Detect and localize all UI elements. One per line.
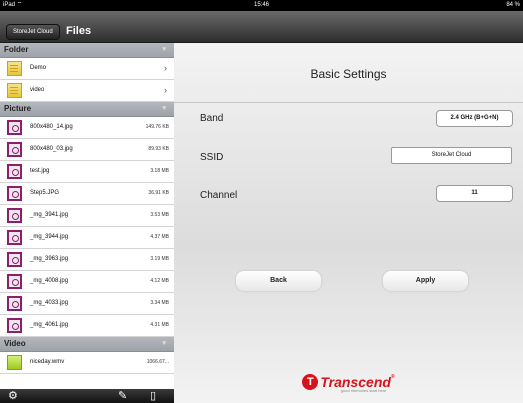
image-file-icon [7, 230, 22, 245]
section-header-picture[interactable]: Picture ▾ [0, 102, 174, 117]
file-browser-navbar: StoreJet Cloud Files [0, 11, 174, 43]
ssid-label: SSID [200, 152, 224, 163]
transcend-logo: T Transcend® good memories start here [174, 373, 523, 393]
image-file-icon [7, 318, 22, 333]
image-file-icon [7, 208, 22, 223]
image-file-icon [7, 296, 22, 311]
video-file-icon [7, 355, 22, 370]
band-label: Band [200, 113, 224, 124]
files-title: Files [66, 25, 92, 37]
brand-tagline: good memories start here [340, 388, 387, 393]
image-file-icon [7, 120, 22, 135]
section-header-folder[interactable]: Folder ▾ [0, 43, 174, 58]
file-item[interactable]: 800x480_03.jpg 89.93 KB [0, 139, 174, 161]
file-item[interactable]: _mg_3963.jpg 3.19 MB [0, 249, 174, 271]
settings-pane: Basic Settings Band 2.4 GHz (B+G+N) SSID… [174, 11, 523, 403]
gear-icon[interactable]: ⚙ [8, 389, 18, 403]
folder-icon [7, 83, 22, 98]
settings-navbar [174, 11, 523, 43]
file-item[interactable]: test.jpg 3.18 MB [0, 161, 174, 183]
bottom-toolbar: ⚙ ✎ ▯ [0, 389, 174, 403]
edit-icon[interactable]: ✎ [118, 389, 127, 403]
page-title: Basic Settings [310, 67, 387, 81]
chevron-down-icon: ▾ [162, 340, 166, 347]
device-icon[interactable]: ▯ [150, 389, 156, 403]
divider [174, 102, 523, 103]
section-header-video[interactable]: Video ▾ [0, 337, 174, 352]
file-item[interactable]: _mg_4033.jpg 3.34 MB [0, 293, 174, 315]
file-browser-pane: StoreJet Cloud Files Folder ▾ Demo › vide… [0, 11, 174, 403]
file-list[interactable]: Folder ▾ Demo › video › Picture ▾ 800x480_… [0, 43, 174, 374]
image-file-icon [7, 274, 22, 289]
folder-item[interactable]: Demo › [0, 58, 174, 80]
file-item[interactable]: 800x480_14.jpg 149.76 KB [0, 117, 174, 139]
file-item[interactable]: niceday.wmv 1066.67... [0, 352, 174, 374]
chevron-right-icon: › [164, 85, 167, 95]
file-item[interactable]: _mg_3944.jpg 4.37 MB [0, 227, 174, 249]
image-file-icon [7, 186, 22, 201]
image-file-icon [7, 142, 22, 157]
image-file-icon [7, 164, 22, 179]
channel-label: Channel [200, 190, 238, 201]
apply-button[interactable]: Apply [383, 271, 468, 291]
status-bar: iPad ⌔ 15:46 84 % [0, 0, 523, 11]
status-time: 15:46 [253, 2, 269, 8]
file-item[interactable]: _mg_3941.jpg 3.53 MB [0, 205, 174, 227]
channel-selector[interactable]: 11 [436, 185, 513, 202]
back-button[interactable]: Back [236, 271, 321, 291]
file-item[interactable]: _mg_4008.jpg 4.12 MB [0, 271, 174, 293]
storejet-cloud-back-button[interactable]: StoreJet Cloud [6, 24, 60, 40]
chevron-down-icon: ▾ [162, 46, 166, 53]
chevron-right-icon: › [164, 63, 167, 73]
file-item[interactable]: _mg_4061.jpg 4.31 MB [0, 315, 174, 337]
folder-icon [7, 61, 22, 76]
chevron-down-icon: ▾ [162, 105, 166, 112]
ssid-field[interactable]: StoreJet Cloud [391, 147, 512, 164]
file-item[interactable]: Step5.JPG 36.91 KB [0, 183, 174, 205]
battery-level: 84 % [506, 2, 520, 8]
image-file-icon [7, 252, 22, 267]
band-selector[interactable]: 2.4 GHz (B+G+N) [436, 110, 513, 127]
folder-item[interactable]: video › [0, 80, 174, 102]
